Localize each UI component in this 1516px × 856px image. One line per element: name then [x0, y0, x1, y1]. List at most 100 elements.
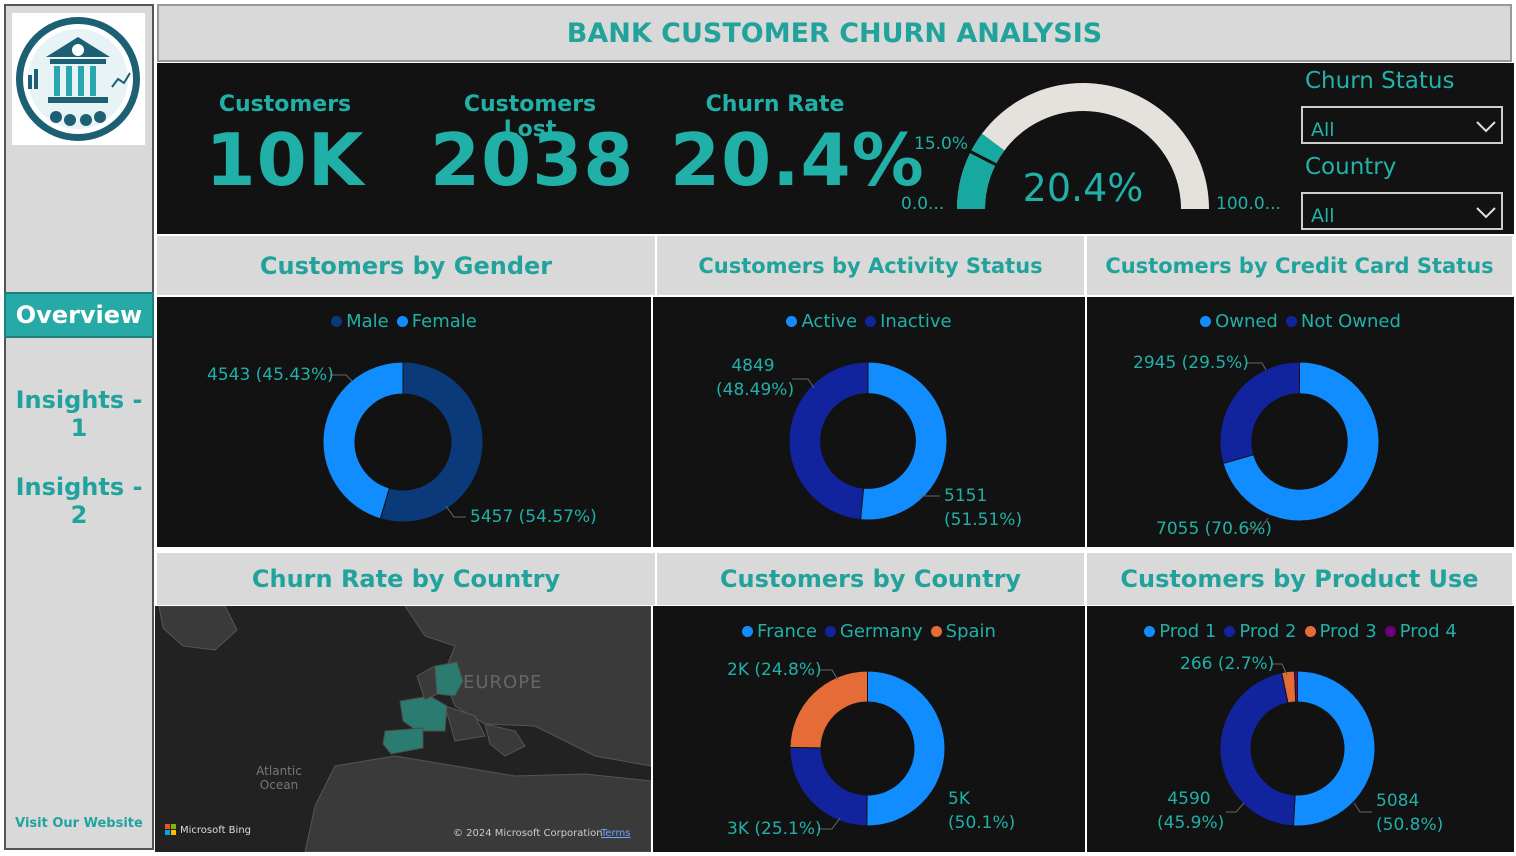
legend-inactive-label: Inactive [880, 311, 952, 332]
gauge-target-label: 15.0% [914, 134, 968, 154]
legend-item-prod3[interactable]: Prod 3 [1304, 621, 1377, 642]
legend-prod3-label: Prod 3 [1319, 621, 1377, 642]
data-label-prod1-value: 5084 [1376, 791, 1420, 811]
churn-status-value: All [1311, 119, 1335, 141]
data-label-germany: 3K (25.1%) [727, 819, 822, 839]
microsoft-logo-icon [165, 824, 176, 835]
country-label: Country [1305, 154, 1397, 180]
churn-gauge: 0.0... 100.0... 15.0% 20.4% [901, 83, 1281, 214]
kpi-customers-lost-value: 2038 [430, 118, 635, 202]
data-label-france-pct: (50.1%) [948, 813, 1016, 833]
legend-prod1-label: Prod 1 [1159, 621, 1217, 642]
data-label-prod2-value: 4590 [1167, 789, 1211, 809]
map-label-ocean-line2: Ocean [259, 778, 299, 792]
legend-france-label: France [757, 621, 817, 642]
legend-item-female[interactable]: Female [396, 311, 477, 332]
map-terms-link[interactable]: Terms [601, 828, 630, 839]
country-value: All [1311, 205, 1335, 227]
legend-item-inactive[interactable]: Inactive [865, 311, 952, 332]
kpi-churn-rate-label: Churn Rate [705, 92, 845, 117]
data-label-prod2: 4590 (45.9%) [1157, 787, 1224, 835]
data-label-prod1-pct: (50.8%) [1376, 815, 1444, 835]
legend-prod2-label: Prod 2 [1239, 621, 1297, 642]
nav-overview[interactable]: Overview [4, 292, 154, 338]
product-donut[interactable] [1219, 670, 1376, 827]
country-donut[interactable] [789, 670, 946, 827]
map-title: Churn Rate by Country [157, 553, 655, 605]
churn-status-slicer[interactable]: All [1301, 106, 1503, 144]
credit-card-chart-title: Customers by Credit Card Status [1087, 236, 1512, 295]
legend-item-prod4[interactable]: Prod 4 [1384, 621, 1457, 642]
data-label-inactive-value: 4849 [731, 356, 775, 376]
legend-prod4-label: Prod 4 [1399, 621, 1457, 642]
nav-insights-2[interactable]: Insights - 2 [4, 473, 154, 529]
churn-map[interactable]: EUROPE Atlantic Ocean Microsoft Bing © 20… [155, 606, 651, 852]
activity-chart-title: Customers by Activity Status [657, 236, 1084, 295]
donut-slice-inactive[interactable] [788, 361, 869, 521]
map-label-ocean-line1: Atlantic [256, 764, 302, 778]
donut-slice-active[interactable] [859, 361, 948, 521]
map-basemap [155, 606, 651, 852]
legend-active-label: Active [801, 311, 858, 332]
activity-legend: Active Inactive [653, 311, 1085, 332]
country-slicer[interactable]: All [1301, 192, 1503, 230]
data-label-prod1: 5084 (50.8%) [1376, 789, 1443, 837]
legend-item-spain[interactable]: Spain [930, 621, 996, 642]
data-label-inactive: 4849 (48.49%) [716, 354, 794, 402]
donut-slice-prod-2[interactable] [1219, 672, 1296, 827]
gauge-value-label: 20.4% [1023, 166, 1144, 210]
legend-spain-label: Spain [945, 621, 996, 642]
bing-label: Microsoft Bing [180, 824, 252, 836]
legend-item-active[interactable]: Active [786, 311, 857, 332]
activity-donut[interactable] [788, 361, 948, 521]
donut-slice-not-owned[interactable] [1219, 361, 1300, 465]
churn-status-label: Churn Status [1305, 68, 1455, 94]
data-label-france: 5K (50.1%) [948, 787, 1015, 835]
product-legend: Prod 1 Prod 2 Prod 3 Prod 4 [1087, 621, 1514, 642]
donut-slice-germany[interactable] [789, 746, 868, 827]
donut-slice-france[interactable] [866, 670, 946, 827]
country-chart-title: Customers by Country [657, 553, 1084, 605]
donut-slice-spain[interactable] [789, 670, 868, 749]
data-label-prod3: 266 (2.7%) [1180, 654, 1275, 674]
chevron-down-icon[interactable] [1475, 204, 1497, 220]
data-label-spain: 2K (24.8%) [727, 660, 822, 680]
data-label-active-pct: (51.51%) [944, 510, 1023, 530]
legend-item-prod1[interactable]: Prod 1 [1144, 621, 1216, 642]
map-label-europe: EUROPE [463, 672, 543, 693]
legend-item-france[interactable]: France [742, 621, 817, 642]
gender-donut[interactable] [322, 361, 484, 523]
legend-female-label: Female [411, 311, 477, 332]
kpi-customers-value: 10K [205, 118, 365, 202]
data-label-owned: 7055 (70.6%) [1156, 519, 1272, 539]
credit-card-donut[interactable] [1219, 361, 1380, 522]
legend-item-germany[interactable]: Germany [824, 621, 923, 642]
gender-legend: Male Female [157, 311, 651, 332]
data-label-active: 5151 (51.51%) [944, 484, 1022, 532]
legend-male-label: Male [346, 311, 389, 332]
data-label-male: 5457 (54.57%) [470, 507, 597, 527]
legend-item-prod2[interactable]: Prod 2 [1224, 621, 1297, 642]
donut-slice-prod-1[interactable] [1292, 670, 1376, 827]
gender-chart-title: Customers by Gender [157, 236, 655, 295]
legend-germany-label: Germany [839, 621, 923, 642]
legend-item-male[interactable]: Male [331, 311, 389, 332]
legend-item-owned[interactable]: Owned [1200, 311, 1278, 332]
kpi-customers-label: Customers [218, 92, 352, 117]
legend-item-not-owned[interactable]: Not Owned [1285, 311, 1401, 332]
data-label-active-value: 5151 [944, 486, 988, 506]
nav-insights-1[interactable]: Insights - 1 [4, 386, 154, 442]
visit-website-link[interactable]: Visit Our Website [4, 816, 154, 831]
data-label-female: 4543 (45.43%) [207, 365, 334, 385]
legend-not-owned-label: Not Owned [1300, 311, 1401, 332]
bank-logo [12, 13, 145, 145]
credit-card-legend: Owned Not Owned [1087, 311, 1514, 332]
legend-owned-label: Owned [1215, 311, 1278, 332]
bing-logo: Microsoft Bing [165, 824, 251, 836]
data-label-inactive-pct: (48.49%) [716, 380, 795, 400]
chevron-down-icon[interactable] [1475, 118, 1497, 134]
kpi-churn-rate-value: 20.4% [670, 118, 925, 202]
gauge-min-label: 0.0... [901, 194, 944, 214]
country-legend: France Germany Spain [653, 621, 1085, 642]
nav-overview-label: Overview [15, 301, 143, 329]
